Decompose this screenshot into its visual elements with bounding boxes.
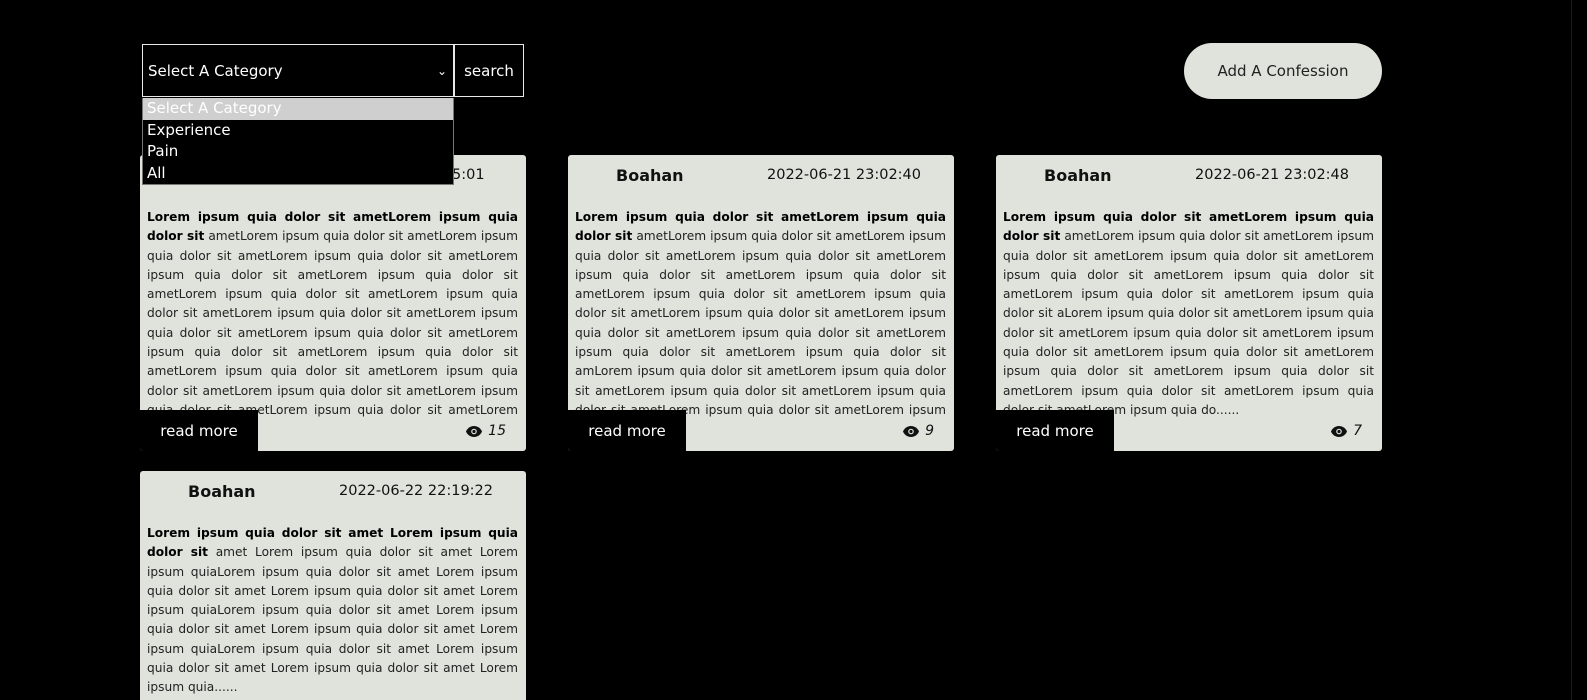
card-header: Boahan 2022-06-22 22:19:22 [140,471,526,519]
view-count: 7 [1331,423,1362,439]
card-body-text: amet Lorem ipsum quia dolor sit amet Lor… [147,545,518,695]
category-select[interactable]: Select A Category ⌄ [142,44,454,97]
confession-card: Boahan 2022-06-22 22:19:22 Lorem ipsum q… [140,471,526,700]
card-text: Lorem ipsum quia dolor sit ametLorem ips… [1003,208,1374,420]
card-date: 5:01 [452,167,485,183]
confession-card: Boahan 2022-06-21 23:02:40 Lorem ipsum q… [568,155,954,451]
dropdown-option-select-a-category[interactable]: Select A Category [143,98,453,120]
card-body-text: ametLorem ipsum quia dolor sit ametLorem… [147,229,519,436]
read-more-button[interactable]: read more [568,410,686,451]
view-count: 15 [466,423,506,439]
category-select-value: Select A Category [148,62,283,80]
dropdown-option-pain[interactable]: Pain [143,141,453,163]
dropdown-option-experience[interactable]: Experience [143,120,453,142]
scrollbar[interactable] [1571,0,1587,700]
card-body-text: ametLorem ipsum quia dolor sit ametLorem… [1003,229,1375,417]
card-text: Lorem ipsum quia dolor sit ametLorem ips… [575,208,946,440]
read-more-button[interactable]: read more [140,410,258,451]
card-text: Lorem ipsum quia dolor sit amet Lorem ip… [147,524,518,698]
view-count: 9 [903,423,934,439]
confession-card: Boahan 2022-06-21 23:02:48 Lorem ipsum q… [996,155,1382,451]
card-author: Boahan [616,166,684,185]
card-body-text: ametLorem ipsum quia dolor sit ametLorem… [575,229,947,436]
eye-icon [466,425,483,437]
add-confession-button[interactable]: Add A Confession [1184,43,1382,99]
chevron-down-icon: ⌄ [436,64,447,78]
page: Select A Category ⌄ search Add A Confess… [0,0,1571,700]
card-header: Boahan 2022-06-21 23:02:40 [568,155,954,203]
card-author: Boahan [188,482,256,501]
card-text: Lorem ipsum quia dolor sit ametLorem ips… [147,208,518,440]
card-date: 2022-06-22 22:19:22 [339,483,493,499]
card-author: Boahan [1044,166,1112,185]
confession-card: 5:01 Lorem ipsum quia dolor sit ametLore… [140,155,526,451]
view-count-value: 9 [925,423,934,439]
search-button[interactable]: search [454,44,524,97]
eye-icon [903,425,920,437]
read-more-button[interactable]: read more [996,410,1114,451]
card-header: Boahan 2022-06-21 23:02:48 [996,155,1382,203]
card-date: 2022-06-21 23:02:48 [1195,167,1349,183]
category-dropdown-list: Select A Category Experience Pain All [142,98,454,185]
dropdown-option-all[interactable]: All [143,163,453,185]
view-count-value: 7 [1353,423,1362,439]
card-date: 2022-06-21 23:02:40 [767,167,921,183]
eye-icon [1331,425,1348,437]
view-count-value: 15 [488,423,506,439]
